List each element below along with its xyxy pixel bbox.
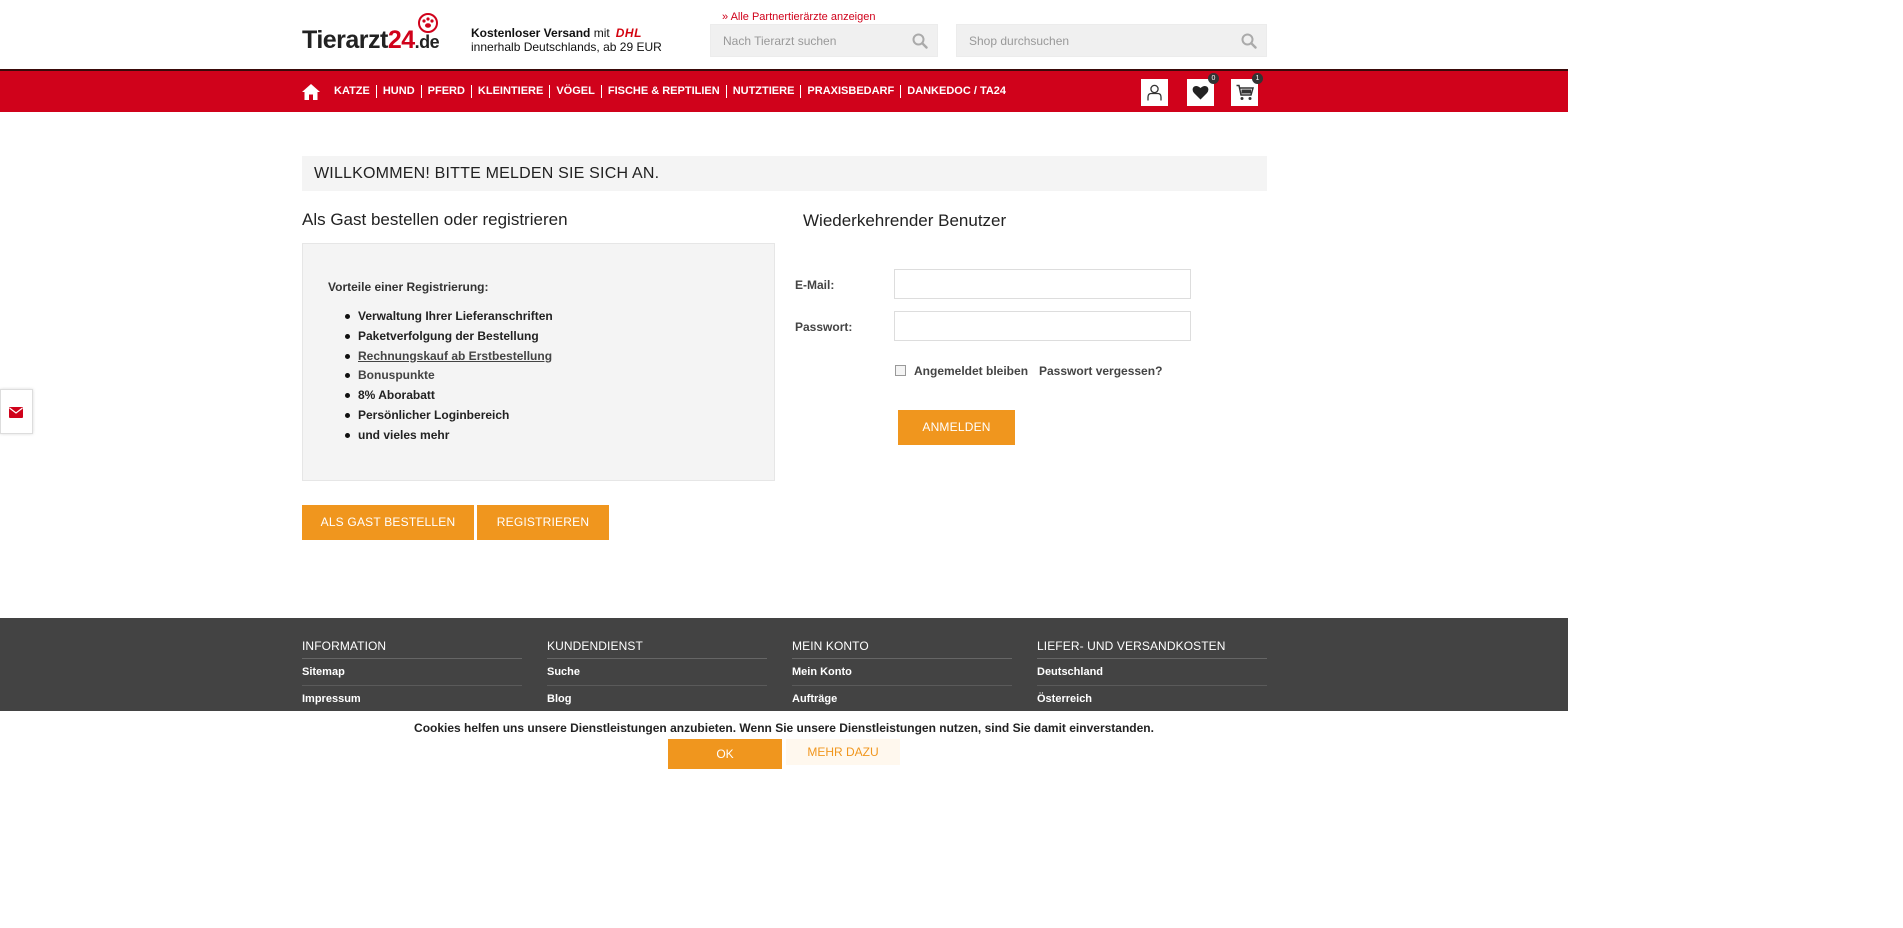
register-button[interactable]: REGISTRIEREN [477,505,609,540]
list-item: und vieles mehr [345,428,553,448]
cart-button[interactable]: 1 [1231,73,1263,106]
contact-tab[interactable] [0,389,33,434]
search-icon[interactable] [912,33,928,49]
nav-items: KATZE HUND PFERD KLEINTIERE VÖGEL FISCHE… [328,85,1012,98]
nav-item-praxisbedarf[interactable]: PRAXISBEDARF [800,85,900,98]
vet-search-box[interactable]: Nach Tierarzt suchen [710,24,938,57]
list-item: Bonuspunkte [345,368,553,388]
invoice-purchase-link[interactable]: Rechnungskauf ab Erstbestellung [358,349,552,363]
registration-benefits-box: Vorteile einer Registrierung: Verwaltung… [302,243,775,481]
user-icon [1147,84,1162,101]
footer-link-impressum[interactable]: Impressum [302,686,522,713]
forgot-password-link[interactable]: Passwort vergessen? [1039,364,1162,378]
nav-item-voegel[interactable]: VÖGEL [549,85,601,98]
dhl-logo: DHL [615,26,642,40]
header: Tierarzt24.de Kostenloser Versand mit DHL… [0,0,1568,69]
benefit-text: und vieles mehr [358,427,450,442]
shipping-line2: innerhalb Deutschlands, ab 29 EUR [471,40,662,54]
benefit-text: Persönlicher Loginbereich [358,407,510,422]
remember-me-label[interactable]: Angemeldet bleiben [914,364,1028,378]
benefits-heading: Vorteile einer Registrierung: [328,280,489,294]
benefit-text: Verwaltung Ihrer Lieferanschriften [358,309,553,323]
footer-link-sitemap[interactable]: Sitemap [302,659,522,686]
shop-search-box[interactable]: Shop durchsuchen [956,24,1267,57]
footer-link-oesterreich[interactable]: Österreich [1037,686,1267,713]
search-icon[interactable] [1241,33,1257,49]
nav-item-dankedoc[interactable]: DANKEDOC / TA24 [900,85,1012,98]
benefit-text: 8% Aborabatt [358,388,435,403]
cookie-more-button[interactable]: MEHR DAZU [786,739,900,765]
footer-link-deutschland[interactable]: Deutschland [1037,659,1267,686]
footer-heading: INFORMATION [302,639,522,659]
password-label: Passwort: [795,320,853,334]
mail-icon [9,407,23,418]
shipping-info: Kostenloser Versand mit DHL innerhalb Deu… [471,26,662,54]
footer-link-suche[interactable]: Suche [547,659,767,686]
shipping-mid: mit [590,26,610,40]
account-button[interactable] [1141,79,1168,106]
nav-item-katze[interactable]: KATZE [328,85,376,98]
list-item: 8% Aborabatt [345,388,553,408]
benefit-text: Paketverfolgung der Bestellung [358,328,539,343]
shop-search-input[interactable]: Shop durchsuchen [969,34,1069,48]
wishlist-button[interactable]: 0 [1187,73,1219,106]
nav-item-pferd[interactable]: PFERD [420,85,471,98]
main-navigation: KATZE HUND PFERD KLEINTIERE VÖGEL FISCHE… [0,69,1568,112]
guest-section-title: Als Gast bestellen oder registrieren [302,210,568,229]
footer-link-mein-konto[interactable]: Mein Konto [792,659,1012,686]
cookie-ok-button[interactable]: OK [668,739,782,769]
email-label: E-Mail: [795,278,835,292]
footer-heading: MEIN KONTO [792,639,1012,659]
cart-icon [1236,84,1254,100]
list-item: Verwaltung Ihrer Lieferanschriften [345,309,553,329]
benefit-text: Bonuspunkte [358,368,435,383]
cookie-banner: Cookies helfen uns unsere Dienstleistung… [0,711,1568,769]
logo-paw-icon [418,13,438,33]
footer-column-mein-konto: MEIN KONTO Mein Konto Aufträge [792,639,1012,713]
list-item: Persönlicher Loginbereich [345,408,553,428]
footer-heading: KUNDENDIENST [547,639,767,659]
heart-icon [1192,85,1209,100]
partner-vets-link[interactable]: » Alle Partnertierärzte anzeigen [722,11,875,23]
logo[interactable]: Tierarzt24.de [302,12,452,60]
list-item: Paketverfolgung der Bestellung [345,329,553,349]
nav-item-kleintiere[interactable]: KLEINTIERE [470,85,549,98]
password-field[interactable] [894,311,1191,341]
footer-column-information: INFORMATION Sitemap Impressum [302,639,522,713]
logo-main: Tierarzt [302,26,388,54]
nav-item-nutztiere[interactable]: NUTZTIERE [725,85,801,98]
footer-link-blog[interactable]: Blog [547,686,767,713]
shipping-bold: Kostenloser Versand [471,26,591,40]
page-title: WILLKOMMEN! BITTE MELDEN SIE SICH AN. [314,165,660,182]
footer-link-auftraege[interactable]: Aufträge [792,686,1012,713]
benefits-list: Verwaltung Ihrer Lieferanschriften Paket… [345,309,553,448]
cookie-text: Cookies helfen uns unsere Dienstleistung… [414,721,1154,735]
nav-item-hund[interactable]: HUND [375,85,421,98]
footer-column-versandkosten: LIEFER- UND VERSANDKOSTEN Deutschland Ös… [1037,639,1267,713]
home-icon[interactable] [302,84,320,100]
footer-heading: LIEFER- UND VERSANDKOSTEN [1037,639,1267,659]
email-field[interactable] [894,269,1191,299]
nav-item-fische-reptilien[interactable]: FISCHE & REPTILIEN [600,85,726,98]
login-button[interactable]: ANMELDEN [898,410,1015,445]
list-item: Rechnungskauf ab Erstbestellung [345,349,553,369]
wishlist-count-badge: 0 [1208,73,1219,84]
footer-column-kundendienst: KUNDENDIENST Suche Blog [547,639,767,713]
cart-count-badge: 1 [1252,73,1263,84]
returning-user-title: Wiederkehrender Benutzer [803,211,1007,230]
guest-checkout-button[interactable]: ALS GAST BESTELLEN [302,505,474,540]
vet-search-input[interactable]: Nach Tierarzt suchen [723,34,836,48]
remember-me-checkbox[interactable] [895,365,906,376]
logo-number: 24 [387,26,415,54]
page-title-bar: WILLKOMMEN! BITTE MELDEN SIE SICH AN. [302,156,1267,191]
